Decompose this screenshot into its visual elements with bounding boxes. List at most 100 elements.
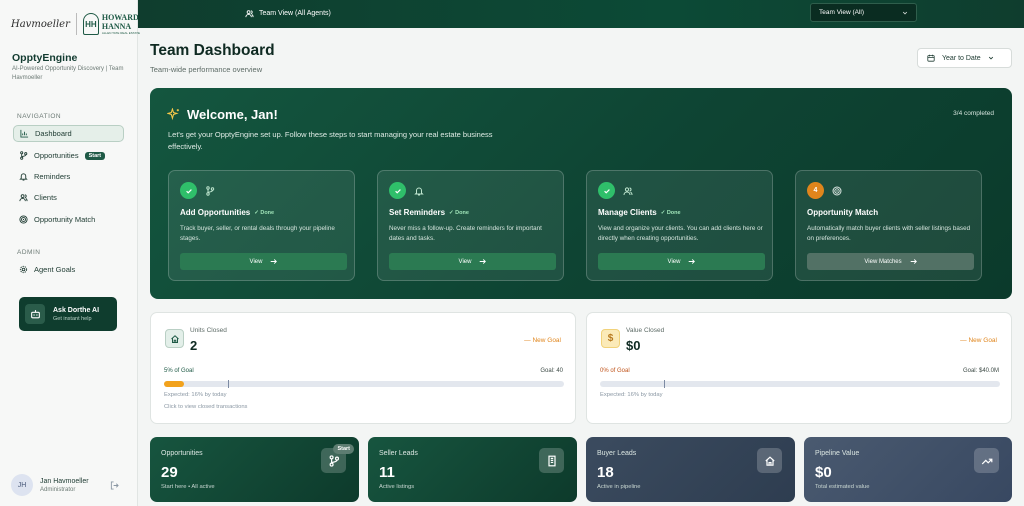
done-label: ✓ Done — [660, 209, 681, 216]
target-icon — [19, 215, 28, 224]
tile-subtitle: Total estimated value — [815, 484, 870, 490]
tile-subtitle: Active in pipeline — [597, 484, 641, 490]
value-closed-card[interactable]: $ Value Closed $0 — New Goal 0% of Goal … — [586, 312, 1012, 424]
chart-icon — [20, 129, 29, 138]
date-range-select[interactable]: Year to Date — [917, 48, 1012, 68]
admin-heading: ADMIN — [17, 249, 41, 256]
stat-label: Units Closed — [190, 327, 227, 334]
done-label: ✓ Done — [449, 209, 469, 216]
nav-item-dashboard[interactable]: Dashboard — [13, 125, 124, 142]
tile-label: Pipeline Value — [815, 450, 860, 457]
step-card-opportunity-match: 4 Opportunity Match Automatically match … — [795, 170, 982, 281]
arrow-right-icon — [689, 259, 696, 264]
stat-value: $0 — [626, 338, 641, 353]
nav-item-clients[interactable]: Clients — [13, 189, 124, 206]
check-icon — [180, 182, 197, 199]
view-button[interactable]: View — [180, 253, 347, 270]
tile-label: Opportunities — [161, 450, 203, 457]
tile-subtitle: Start here • All active — [161, 484, 215, 490]
top-bar: Team View (All Agents) Team View (All) — [138, 0, 1024, 28]
hh-text: HOWARD HANNA — [101, 13, 139, 31]
button-label: View Matches — [864, 258, 902, 265]
view-button[interactable]: View — [598, 253, 765, 270]
step-title-text: Opportunity Match — [807, 208, 879, 217]
tile-value: 11 — [379, 464, 395, 481]
goal-target: Goal: 40 — [540, 368, 563, 374]
nav-item-opportunities[interactable]: Opportunities Start — [13, 147, 124, 164]
team-view-text: Team View (All Agents) — [259, 10, 331, 17]
start-badge: Start — [84, 151, 106, 160]
ai-card-title: Ask Dorthe AI — [53, 306, 100, 314]
app-name: OpptyEngine — [12, 52, 78, 64]
welcome-progress: 3/4 completed — [953, 110, 994, 117]
expected-text: Expected: 16% by today — [164, 392, 227, 398]
nav-item-label: Opportunities — [34, 151, 79, 160]
view-button[interactable]: View — [389, 253, 556, 270]
step-card-add-opportunities: Add Opportunities ✓ Done Track buyer, sel… — [168, 170, 355, 281]
step-description: Never miss a follow-up. Create reminders… — [389, 225, 542, 242]
bell-icon — [19, 173, 28, 181]
tile-label: Seller Leads — [379, 450, 418, 457]
nav-heading: NAVIGATION — [17, 113, 62, 120]
start-badge: Start — [333, 444, 354, 454]
welcome-panel: Welcome, Jan! 3/4 completed Let's get yo… — [150, 88, 1012, 299]
buyer-leads-tile[interactable]: Buyer Leads 18 Active in pipeline — [586, 437, 795, 502]
goal-percent: 0% of Goal — [600, 368, 630, 374]
nav-item-opportunity-match[interactable]: Opportunity Match — [13, 211, 124, 228]
nav-item-label: Agent Goals — [34, 265, 76, 274]
expected-marker — [664, 380, 665, 388]
home-icon — [757, 448, 782, 473]
welcome-title-text: Welcome, Jan! — [187, 107, 278, 122]
hh-mark: HH — [82, 13, 99, 35]
expected-marker — [228, 380, 229, 388]
step-title: Manage Clients ✓ Done — [598, 208, 681, 217]
button-label: View — [458, 258, 472, 265]
arrow-right-icon — [910, 259, 917, 264]
opportunities-tile[interactable]: Opportunities 29 Start here • All active… — [150, 437, 359, 502]
seller-leads-tile[interactable]: Seller Leads 11 Active listings — [368, 437, 577, 502]
tile-label: Buyer Leads — [597, 450, 637, 457]
users-icon — [245, 10, 254, 18]
check-icon — [598, 182, 615, 199]
step-description: View and organize your clients. You can … — [598, 225, 763, 242]
dollar-icon: $ — [601, 329, 620, 348]
view-matches-button[interactable]: View Matches — [807, 253, 974, 270]
hh-subtext: ALLEN TATE REAL ESTATE — [101, 31, 140, 35]
date-range-value: Year to Date — [942, 54, 981, 62]
ai-card-subtitle: Get instant help — [53, 315, 92, 322]
team-view-select-value: Team View (All) — [819, 9, 865, 16]
step-number: 4 — [807, 182, 824, 199]
step-title: Opportunity Match — [807, 208, 878, 217]
logo-script: Havmoeller — [11, 18, 70, 30]
app-subtitle: AI-Powered Opportunity Discovery | Team … — [12, 66, 124, 81]
welcome-title: Welcome, Jan! — [167, 107, 278, 122]
users-icon — [623, 186, 633, 195]
nav-item-label: Opportunity Match — [34, 215, 96, 224]
logout-icon[interactable] — [110, 481, 119, 490]
goal-target: Goal: $40.0M — [962, 368, 999, 374]
new-goal-link[interactable]: — New Goal — [524, 337, 561, 344]
user-profile[interactable]: JH Jan Havmoeller Administrator — [11, 474, 89, 496]
nav-item-label: Dashboard — [35, 129, 72, 138]
stat-value: 2 — [190, 338, 198, 353]
units-closed-card[interactable]: Units Closed 2 — New Goal 5% of Goal Goa… — [150, 312, 576, 424]
user-name: Jan Havmoeller — [40, 477, 89, 485]
bell-icon — [414, 187, 424, 195]
pipeline-value-tile[interactable]: Pipeline Value $0 Total estimated value — [804, 437, 1012, 502]
progress-fill — [164, 381, 184, 387]
brand-logo[interactable]: Havmoeller HH HOWARD HANNA ALLEN TATE RE… — [11, 13, 142, 35]
ask-ai-button[interactable]: Ask Dorthe AI Get instant help — [19, 297, 117, 331]
done-label: ✓ Done — [254, 209, 275, 216]
trending-icon — [974, 448, 999, 473]
tile-value: $0 — [815, 464, 832, 481]
nav-item-label: Reminders — [34, 172, 71, 181]
nav-item-agent-goals[interactable]: Agent Goals — [13, 261, 124, 278]
step-title-text: Add Opportunities — [180, 208, 251, 217]
home-icon — [165, 329, 184, 348]
tile-value: 18 — [597, 464, 614, 481]
goal-progress-bar — [600, 380, 1000, 388]
team-view-select[interactable]: Team View (All) — [810, 3, 917, 22]
nav-item-reminders[interactable]: Reminders — [13, 168, 124, 185]
sidebar: Havmoeller HH HOWARD HANNA ALLEN TATE RE… — [0, 0, 140, 506]
new-goal-link[interactable]: — New Goal — [960, 337, 997, 344]
